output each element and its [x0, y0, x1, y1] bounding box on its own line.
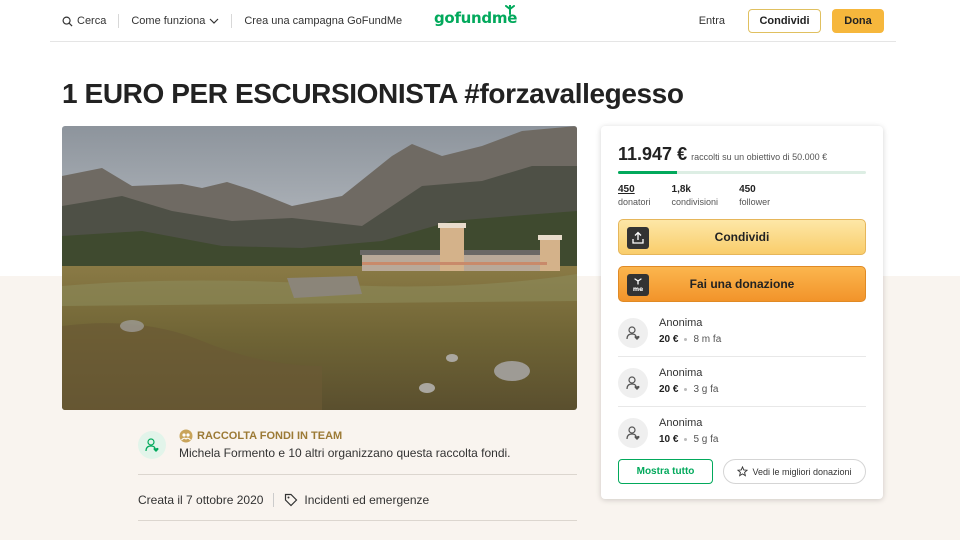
user-heart-icon: [626, 326, 640, 340]
donation-amount: 20 €: [659, 384, 679, 395]
donation-time: 8 m fa: [693, 334, 722, 345]
donation-divider: [618, 356, 866, 357]
search-label: Cerca: [77, 15, 107, 27]
sprout-icon: [505, 5, 515, 15]
donation-detail: 10 € 5 g fa: [659, 434, 719, 445]
donation-card: 11.947 € raccolti su un obiettivo di 50.…: [601, 126, 883, 499]
section-divider: [138, 520, 577, 521]
stat-label: follower: [739, 197, 771, 207]
stats-row: 450 donatori 1,8k condivisioni 450 follo…: [618, 184, 770, 207]
nav-left: Cerca Come funziona Crea una campagna Go…: [62, 14, 402, 28]
donor-name: Anonima: [659, 417, 703, 429]
donation-time: 5 g fa: [693, 434, 719, 445]
login-link[interactable]: Entra: [699, 15, 725, 27]
goal-text: raccolti su un obiettivo di 50.000 €: [691, 152, 828, 162]
gofundme-logo[interactable]: gofundme: [434, 5, 517, 27]
stat-label: donatori: [618, 197, 651, 207]
donation-detail: 20 € 3 g fa: [659, 384, 719, 395]
organizer-avatar[interactable]: [138, 431, 166, 459]
stat-shares: 1,8k condivisioni: [672, 184, 719, 207]
header-donate-button[interactable]: Dona: [832, 9, 884, 33]
nav-right: Entra Condividi Dona: [699, 9, 884, 33]
top-donations-label: Vedi le migliori donazioni: [752, 466, 852, 477]
stat-label: condivisioni: [671, 197, 719, 207]
raised-summary: 11.947 € raccolti su un obiettivo di 50.…: [618, 144, 827, 165]
donation-time: 3 g fa: [693, 384, 719, 395]
search-link[interactable]: Cerca: [62, 15, 106, 27]
donation-divider: [618, 406, 866, 407]
stat-value: 450: [739, 184, 756, 195]
stat-value: 450: [618, 184, 635, 195]
donor-avatar: [618, 418, 648, 448]
nav-divider: [118, 14, 120, 28]
dot-separator: [684, 438, 688, 441]
team-label: RACCOLTA FONDI IN TEAM: [197, 430, 343, 442]
donation-item: Anonima 10 € 5 g fa: [618, 414, 866, 464]
donor-avatar: [618, 368, 648, 398]
donor-name: Anonima: [659, 367, 703, 379]
donation-amount: 20 €: [659, 334, 679, 345]
donation-detail: 20 € 8 m fa: [659, 334, 721, 345]
svg-text:me: me: [633, 286, 643, 292]
tag-icon: [285, 493, 298, 507]
organizer-text: Michela Formento e 10 altri organizzano …: [179, 446, 511, 460]
search-icon: [62, 16, 73, 27]
donation-amount: 10 €: [659, 434, 679, 445]
created-date: Creata il 7 ottobre 2020: [138, 493, 264, 507]
create-label: Crea una campagna GoFundMe: [244, 15, 403, 27]
header-share-button[interactable]: Condividi: [748, 9, 821, 33]
star-icon: [737, 466, 749, 477]
stat-followers: 450 follower: [739, 184, 770, 207]
campaign-meta: Creata il 7 ottobre 2020 Incidenti ed em…: [138, 493, 429, 507]
dot-separator: [684, 388, 688, 391]
create-campaign-link[interactable]: Crea una campagna GoFundMe: [244, 15, 402, 27]
category-link[interactable]: Incidenti ed emergenze: [304, 493, 429, 507]
share-icon: [627, 227, 649, 249]
gofundme-me-icon: me: [627, 274, 649, 296]
show-all-button[interactable]: Mostra tutto: [618, 459, 713, 484]
how-it-works-menu[interactable]: Come funziona: [131, 15, 219, 27]
progress-fill: [618, 171, 678, 174]
raised-amount: 11.947 €: [618, 144, 688, 164]
dot-separator: [684, 338, 688, 341]
user-heart-icon: [145, 438, 159, 452]
nav-divider: [231, 14, 233, 28]
how-label: Come funziona: [131, 15, 206, 27]
chevron-down-icon: [209, 18, 219, 24]
donor-avatar: [618, 318, 648, 348]
stat-donors[interactable]: 450 donatori: [618, 184, 651, 207]
user-heart-icon: [626, 426, 640, 440]
section-divider: [138, 474, 577, 475]
team-icon: [179, 429, 193, 443]
top-nav: Cerca Come funziona Crea una campagna Go…: [50, 0, 896, 42]
mountain-landscape-image: [62, 126, 577, 410]
donor-name: Anonima: [659, 317, 703, 329]
stat-value: 1,8k: [671, 184, 691, 195]
user-heart-icon: [626, 376, 640, 390]
team-fundraiser-badge: RACCOLTA FONDI IN TEAM: [179, 429, 342, 443]
top-donations-button[interactable]: Vedi le migliori donazioni: [723, 459, 866, 484]
progress-bar: [618, 171, 866, 174]
share-button[interactable]: Condividi: [618, 219, 866, 255]
campaign-photo[interactable]: [62, 126, 577, 410]
share-label: Condividi: [714, 230, 770, 244]
donate-button[interactable]: me Fai una donazione: [618, 266, 866, 302]
campaign-title: 1 EURO PER ESCURSIONISTA #forzavallegess…: [62, 78, 684, 109]
meta-divider: [273, 493, 275, 507]
donate-label: Fai una donazione: [689, 277, 795, 291]
